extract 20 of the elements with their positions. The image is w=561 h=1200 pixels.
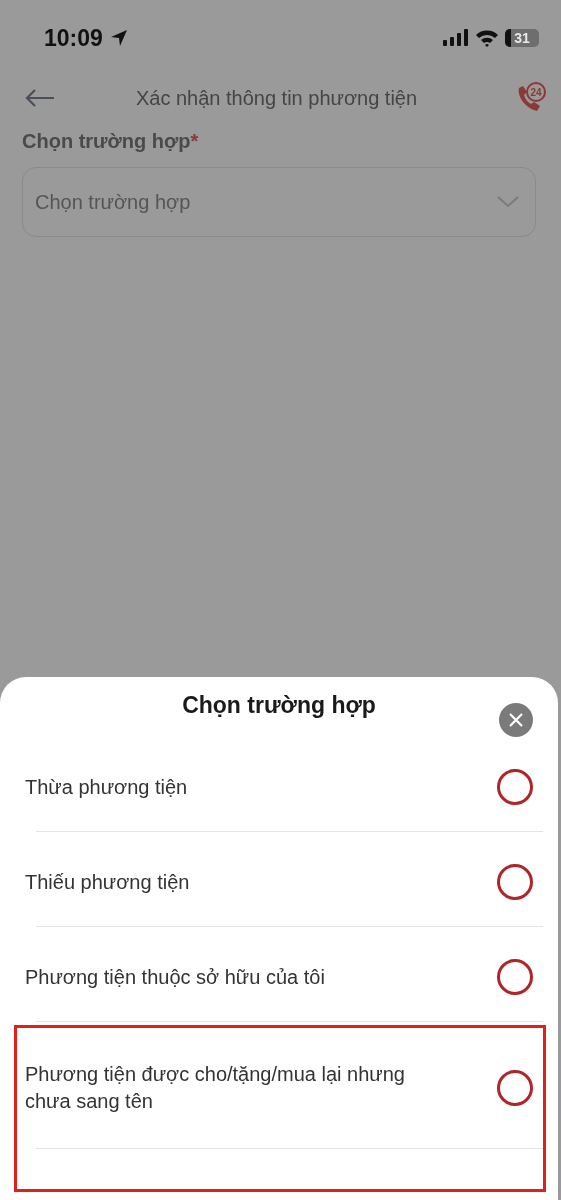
close-icon	[508, 712, 524, 728]
radio-button[interactable]	[497, 864, 533, 900]
radio-button[interactable]	[497, 959, 533, 995]
field-label: Chọn trường hợp*	[21, 130, 200, 153]
radio-button[interactable]	[497, 1070, 533, 1106]
battery-level: 31	[514, 30, 530, 46]
close-button[interactable]	[499, 703, 533, 737]
signal-icon	[443, 29, 469, 47]
chevron-down-icon	[497, 196, 519, 208]
status-time: 10:09	[44, 24, 103, 52]
option-row[interactable]: Thiếu phương tiện	[0, 835, 558, 930]
option-row[interactable]: Thừa phương tiện	[0, 740, 558, 835]
page-title: Xác nhận thông tin phương tiện	[134, 86, 419, 110]
option-row[interactable]: Phương tiện được cho/tặng/mua lại nhưng chưa sang tên	[14, 1025, 546, 1192]
battery-charge-icon	[505, 29, 511, 47]
sheet-title: Chọn trường hợp	[182, 692, 376, 719]
back-arrow-icon[interactable]	[24, 88, 56, 108]
option-row[interactable]: Phương tiện thuộc sở hữu của tôi	[0, 930, 558, 1025]
wifi-icon	[475, 29, 499, 47]
radio-button[interactable]	[497, 769, 533, 805]
